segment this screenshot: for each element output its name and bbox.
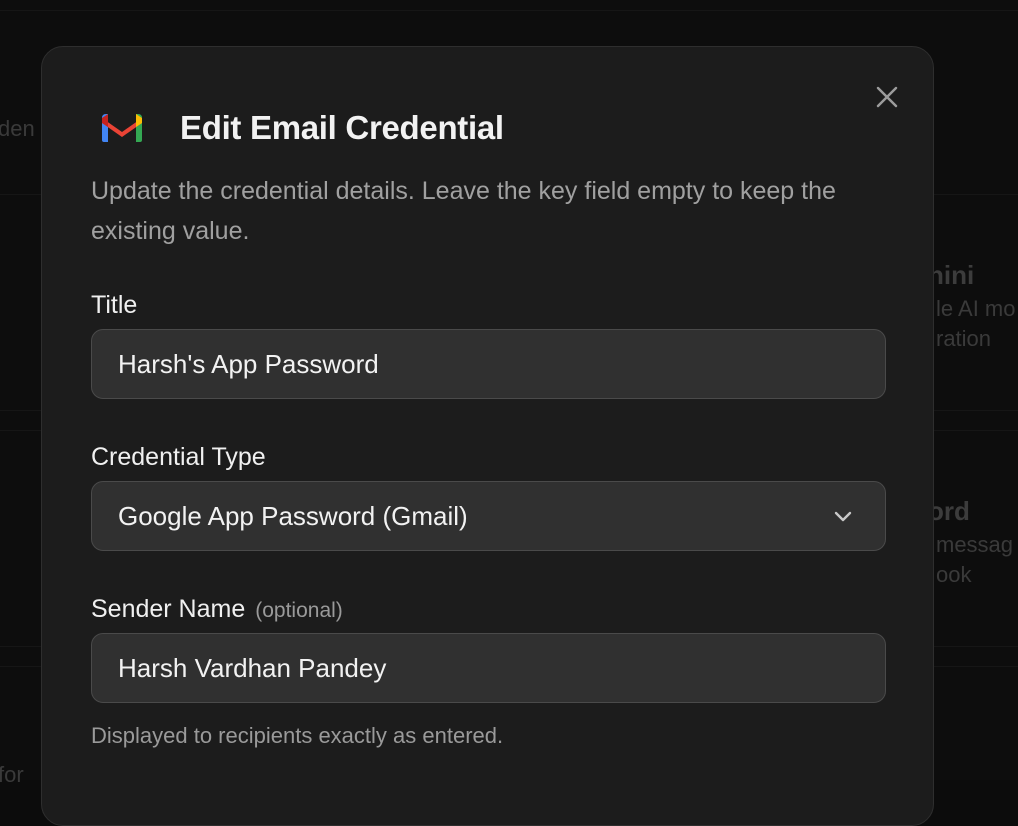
dialog-title: Edit Email Credential: [180, 109, 504, 147]
sender-name-helper-text: Displayed to recipients exactly as enter…: [91, 723, 503, 749]
credential-type-select[interactable]: Google App Password (Gmail): [91, 481, 886, 551]
credential-type-label: Credential Type: [91, 443, 266, 472]
sender-name-label: Sender Name (optional): [91, 595, 343, 624]
background-card-text: ration: [936, 326, 991, 352]
title-input[interactable]: [118, 349, 859, 380]
edit-credential-dialog: Edit Email Credential Update the credent…: [41, 46, 934, 826]
background-text: for: [0, 762, 24, 788]
close-button[interactable]: [872, 82, 902, 112]
sender-name-field[interactable]: [91, 633, 886, 703]
chevron-down-icon: [831, 504, 855, 528]
gmail-icon: [100, 110, 144, 146]
dialog-header: Edit Email Credential: [100, 109, 504, 147]
background-card-title: ord: [928, 496, 970, 527]
title-field[interactable]: [91, 329, 886, 399]
background-card-title: nini: [928, 260, 974, 291]
background-card-text: ook: [936, 562, 971, 588]
background-text: den: [0, 116, 35, 142]
background-divider: [0, 10, 1018, 11]
dialog-description: Update the credential details. Leave the…: [91, 171, 881, 251]
sender-name-input[interactable]: [118, 653, 859, 684]
close-icon: [876, 86, 898, 108]
credential-type-value: Google App Password (Gmail): [118, 501, 831, 532]
background-card-text: le AI mo: [936, 296, 1015, 322]
background-card-text: messag: [936, 532, 1013, 558]
optional-hint: (optional): [255, 599, 343, 622]
title-label: Title: [91, 291, 137, 320]
sender-name-label-text: Sender Name: [91, 595, 245, 623]
